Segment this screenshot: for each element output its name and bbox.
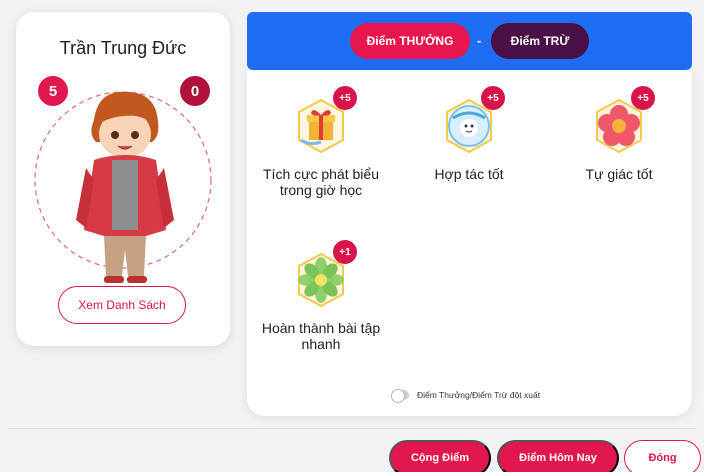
criterion-active-participation[interactable]: +5 Tích cực phát biểu trong giờ học <box>261 86 381 198</box>
green-flower-icon: +1 <box>291 240 357 310</box>
criterion-label: Tự giác tốt <box>585 166 653 182</box>
criteria-panel: +5 Tích cực phát biểu trong giờ học +5 H… <box>247 70 692 416</box>
student-card: Trần Trung Đức 5 0 Xem Danh Sách <box>16 12 230 346</box>
criterion-label: Tích cực phát biểu trong giờ học <box>263 166 379 198</box>
view-list-button[interactable]: Xem Danh Sách <box>58 286 186 324</box>
surprise-points-toggle-row: Điểm Thưởng/Điểm Trừ đột xuất <box>391 389 541 403</box>
close-button[interactable]: Đóng <box>624 440 701 472</box>
footer-divider <box>8 428 696 429</box>
student-name: Trần Trung Đức <box>59 38 187 58</box>
tab-reward-points[interactable]: Điểm THƯỞNG <box>350 23 470 59</box>
surprise-points-toggle[interactable] <box>391 389 409 403</box>
tab-separator: - <box>477 33 482 48</box>
criterion-finish-homework-fast[interactable]: +1 Hoàn thành bài tập nhanh <box>261 240 381 352</box>
student-avatar <box>28 80 218 290</box>
criterion-label: Hoàn thành bài tập nhanh <box>261 320 381 352</box>
gift-icon: +5 <box>291 86 357 156</box>
criterion-points-badge: +1 <box>333 240 357 264</box>
add-points-button[interactable]: Cộng Điểm <box>389 440 491 472</box>
flower-icon: +5 <box>589 86 655 156</box>
today-points-button[interactable]: Điểm Hôm Nay <box>497 440 619 472</box>
criterion-good-cooperation[interactable]: +5 Hợp tác tốt <box>409 86 529 182</box>
points-type-tabs: Điểm THƯỞNG - Điểm TRỪ <box>247 12 692 70</box>
criterion-points-badge: +5 <box>631 86 655 110</box>
criterion-points-badge: +5 <box>481 86 505 110</box>
criterion-label: Hợp tác tốt <box>434 166 504 182</box>
criterion-self-discipline[interactable]: +5 Tự giác tốt <box>559 86 679 182</box>
surprise-points-label: Điểm Thưởng/Điểm Trừ đột xuất <box>417 390 541 400</box>
tab-penalty-points[interactable]: Điểm TRỪ <box>491 23 589 59</box>
cooperation-badge-icon: +5 <box>439 86 505 156</box>
criterion-points-badge: +5 <box>333 86 357 110</box>
